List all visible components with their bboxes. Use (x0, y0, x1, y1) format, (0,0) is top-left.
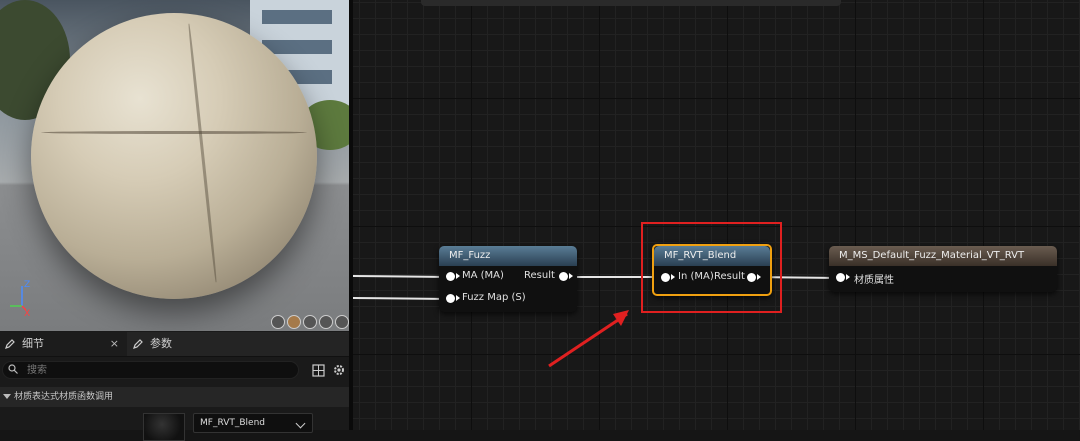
section-header[interactable]: 材质表达式材质函数调用 (0, 387, 349, 407)
wire-layer (353, 275, 840, 300)
sphere-preview-button[interactable] (287, 315, 301, 329)
chevron-down-icon (3, 394, 11, 399)
pencil-icon (133, 339, 143, 349)
grid-icon[interactable] (312, 364, 325, 377)
input-label-ma: MA (MA) (462, 270, 504, 281)
input-pin-ma[interactable] (446, 272, 455, 281)
axis-gizmo-icon: Z X (10, 280, 30, 318)
tab-params-label: 参数 (150, 337, 172, 350)
wire-into-ma[interactable] (353, 275, 451, 278)
material-function-dropdown[interactable]: MF_RVT_Blend (193, 413, 313, 433)
output-pin-result[interactable] (559, 272, 568, 281)
svg-text:X: X (24, 309, 30, 318)
cylinder-preview-button[interactable] (271, 315, 285, 329)
wire-into-fuzz-map[interactable] (353, 297, 451, 300)
input-pin-material-attributes[interactable] (836, 273, 845, 282)
search-row: 搜索 (0, 358, 349, 384)
node-material-result[interactable]: M_MS_Default_Fuzz_Material_VT_RVT 材质属性 (829, 246, 1057, 292)
pin-arrow (456, 273, 460, 279)
dropdown-value: MF_RVT_Blend (200, 418, 265, 428)
asset-thumbnail[interactable] (143, 413, 185, 441)
building-window (262, 10, 332, 24)
section-title: 材质表达式材质函数调用 (14, 392, 114, 402)
chevron-down-icon (295, 418, 306, 429)
svg-text:Z: Z (24, 280, 30, 290)
plane-preview-button[interactable] (303, 315, 317, 329)
search-icon (8, 364, 18, 374)
search-input[interactable]: 搜索 (2, 361, 299, 379)
input-label-fuzz-map: Fuzz Map (S) (462, 292, 526, 303)
close-tab-button[interactable]: × (110, 332, 119, 356)
pin-arrow (456, 295, 460, 301)
material-graph-canvas[interactable]: MF_Fuzz MA (MA) Result Fuzz Map (S) MF_R… (353, 0, 1080, 430)
input-pin-fuzz-map[interactable] (446, 294, 455, 303)
annotation-highlight-box (641, 222, 782, 313)
tab-details[interactable]: 细节 × (0, 332, 127, 356)
preview-sphere (31, 13, 317, 299)
property-row: MF_RVT_Blend (0, 409, 349, 441)
left-panel: Z X 细节 × 参数 搜索 材质表达式材质函数调用 MF_RVT_Blend (0, 0, 349, 441)
tab-details-label: 细节 (22, 337, 44, 350)
tab-params[interactable]: 参数 (132, 332, 172, 356)
pencil-icon (5, 339, 15, 349)
pin-arrow (569, 273, 573, 279)
output-label-result: Result (524, 270, 555, 281)
pin-arrow (846, 274, 850, 280)
material-preview-viewport[interactable]: Z X (0, 0, 349, 331)
panel-tabbar: 细节 × 参数 (0, 332, 349, 357)
custom-mesh-preview-button[interactable] (335, 315, 349, 329)
input-label-material-attributes: 材质属性 (854, 275, 894, 286)
gear-icon[interactable] (332, 363, 346, 377)
preview-shape-buttons (271, 315, 349, 330)
node-title: MF_Fuzz (439, 246, 577, 266)
arrow-annotation-icon (548, 310, 629, 368)
cube-preview-button[interactable] (319, 315, 333, 329)
node-title: M_MS_Default_Fuzz_Material_VT_RVT (829, 246, 1057, 266)
